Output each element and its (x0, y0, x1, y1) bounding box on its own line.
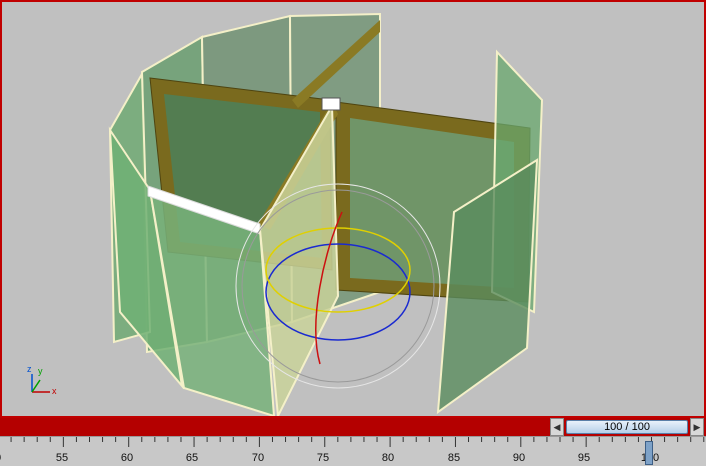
time-slider-bar[interactable]: ◀ 100 / 100 ▶ (0, 418, 706, 436)
tick-label: 80 (381, 452, 395, 464)
tick-label: 90 (512, 452, 526, 464)
tick-label: 65 (185, 452, 199, 464)
pivot-marker[interactable] (321, 97, 341, 111)
prev-frame-button[interactable]: ◀ (550, 418, 564, 436)
tick-label: 60 (120, 452, 134, 464)
tick-label: 85 (447, 452, 461, 464)
perspective-viewport[interactable]: x z y (0, 0, 706, 418)
tick-label: 70 (251, 452, 265, 464)
track-ticks (10, 437, 705, 447)
axis-label-y: y (38, 366, 43, 376)
scene-3d[interactable]: x z y (2, 2, 704, 416)
track-bar[interactable]: 0 55 60 65 70 75 80 85 90 95 100 (0, 436, 706, 466)
tick-label: 75 (316, 452, 330, 464)
time-slider-thumb[interactable]: 100 / 100 (566, 420, 688, 434)
axis-label-x: x (52, 386, 57, 396)
current-frame-marker[interactable] (645, 441, 653, 465)
next-frame-button[interactable]: ▶ (690, 418, 704, 436)
axis-tripod: x z y (27, 364, 57, 396)
tick-label: 55 (55, 452, 69, 464)
tick-label: 0 (0, 452, 1, 464)
tick-label: 95 (577, 452, 591, 464)
axis-label-z: z (27, 364, 32, 374)
